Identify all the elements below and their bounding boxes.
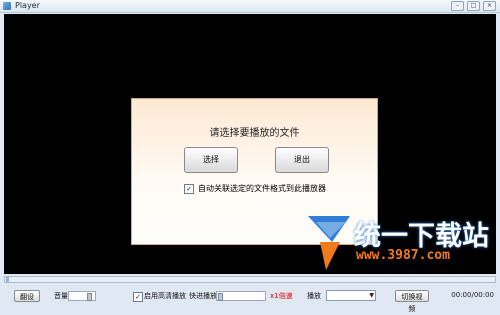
volume-label: 音量 bbox=[54, 292, 68, 300]
maximize-icon[interactable]: □ bbox=[467, 1, 480, 11]
close-icon[interactable]: × bbox=[483, 1, 496, 11]
control-bar: 翻设 音量 ✓ 启用高清播放 快进播放 x1倍速 播放 ▼ 切换视频 00:00… bbox=[0, 286, 500, 313]
dialog-prompt: 请选择要播放的文件 bbox=[209, 128, 300, 139]
hq-label: 启用高清播放 bbox=[144, 292, 186, 300]
volume-slider[interactable] bbox=[68, 291, 96, 301]
subtitle-select-label: 播放 bbox=[307, 292, 321, 300]
select-button[interactable]: 选择 bbox=[184, 147, 238, 173]
speed-slider[interactable] bbox=[216, 291, 266, 301]
file-association-option: ✓ 自动关联选定的文件格式到此播放器 bbox=[184, 183, 326, 194]
chevron-down-icon: ▼ bbox=[369, 292, 374, 299]
watermark-url: www.3987.com bbox=[356, 248, 450, 263]
window-title: Player bbox=[15, 1, 40, 10]
hq-checkbox[interactable]: ✓ bbox=[133, 292, 143, 302]
seek-bar[interactable] bbox=[4, 276, 496, 283]
switch-video-button[interactable]: 切换视频 bbox=[395, 290, 429, 313]
title-bar: Player – □ × bbox=[0, 0, 500, 13]
watermark-logo bbox=[308, 216, 350, 270]
subtitle-button[interactable]: 翻设 bbox=[14, 290, 40, 302]
app-icon bbox=[3, 2, 11, 10]
minimize-icon[interactable]: – bbox=[451, 1, 464, 11]
file-association-checkbox[interactable]: ✓ bbox=[184, 183, 194, 194]
file-association-label: 自动关联选定的文件格式到此播放器 bbox=[198, 184, 326, 193]
speed-value: x1倍速 bbox=[270, 292, 293, 300]
volume-knob[interactable] bbox=[87, 293, 92, 301]
time-display: 00:00/00:00 bbox=[451, 291, 494, 299]
subtitle-select[interactable]: ▼ bbox=[326, 290, 376, 301]
watermark: 统一下载站 www.3987.com bbox=[306, 212, 496, 274]
speed-label: 快进播放 bbox=[189, 292, 217, 300]
window-controls: – □ × bbox=[451, 1, 496, 11]
seek-handle[interactable] bbox=[6, 276, 9, 283]
exit-button[interactable]: 退出 bbox=[275, 147, 329, 173]
speed-knob[interactable] bbox=[218, 293, 223, 301]
